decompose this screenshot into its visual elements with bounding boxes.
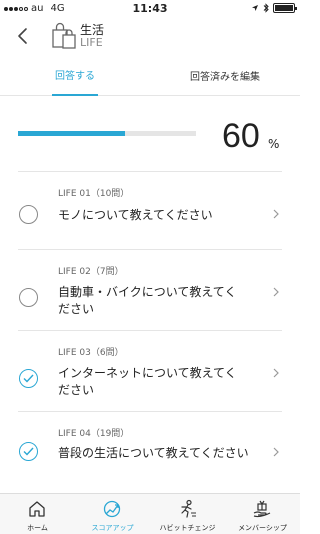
list-item-life02[interactable]: LIFE 02（7問） 自動車・バイクについて教えてください xyxy=(18,249,282,330)
item-title: 自動車・バイクについて教えてください xyxy=(58,285,237,316)
list-item-life03[interactable]: LIFE 03（6問） インターネットについて教えてください xyxy=(18,330,282,411)
item-title: モノについて教えてください xyxy=(58,208,213,222)
page-subtitle: LIFE xyxy=(80,36,103,49)
item-meta: LIFE 01（10問） xyxy=(58,189,130,199)
nav-habit-change-label: ハビットチェンジ xyxy=(159,524,216,532)
chevron-right-icon xyxy=(273,287,279,297)
item-meta: LIFE 04（19問） xyxy=(58,429,130,439)
radio-checked-icon xyxy=(19,442,38,461)
progress-bar-fill xyxy=(18,131,125,136)
nav-score-up-label: スコアアップ xyxy=(91,524,134,532)
question-list: LIFE 01（10問） モノについて教えてください LIFE 02（7問） 自… xyxy=(18,171,282,493)
radio-checked-icon xyxy=(19,369,38,388)
progress-unit: % xyxy=(268,137,280,151)
nav-habit-change[interactable]: ハビットチェンジ xyxy=(150,494,225,534)
item-title: インターネットについて教えてください xyxy=(58,366,237,397)
tab-edit-answered[interactable]: 回答済みを編集 xyxy=(185,54,265,96)
status-right xyxy=(251,3,297,13)
back-icon[interactable] xyxy=(14,26,32,46)
nav-membership[interactable]: メンバーシップ xyxy=(225,494,300,534)
item-meta: LIFE 02（7問） xyxy=(58,267,124,277)
nav-score-up[interactable]: スコアアップ xyxy=(75,494,150,534)
shopping-bags-icon xyxy=(52,22,76,49)
progress-value: 60 xyxy=(222,117,260,155)
status-bar: au 4G 11:43 xyxy=(0,0,300,18)
running-person-icon xyxy=(181,499,196,518)
progress-bar xyxy=(18,131,196,136)
item-title: 普段の生活について教えてください xyxy=(58,446,249,460)
bluetooth-icon xyxy=(263,3,269,13)
nav-membership-label: メンバーシップ xyxy=(238,524,287,532)
chevron-right-icon xyxy=(273,447,279,457)
nav-home[interactable]: ホーム xyxy=(0,494,75,534)
radio-unchecked-icon xyxy=(19,205,38,224)
radio-unchecked-icon xyxy=(19,288,38,307)
nav-home-label: ホーム xyxy=(27,524,48,532)
tab-bar: 回答する 回答済みを編集 xyxy=(0,54,300,96)
bottom-nav: ホーム スコアアップ ハビットチェンジ メンバーシップ xyxy=(0,493,300,534)
list-item-life01[interactable]: LIFE 01（10問） モノについて教えてください xyxy=(18,171,282,249)
header: 生活 LIFE xyxy=(0,18,300,54)
score-up-icon xyxy=(103,500,121,518)
item-meta: LIFE 03（6問） xyxy=(58,348,124,358)
tab-answer[interactable]: 回答する xyxy=(52,54,98,96)
chevron-right-icon xyxy=(273,368,279,378)
gift-hand-icon xyxy=(253,500,271,518)
chevron-right-icon xyxy=(273,209,279,219)
battery-icon xyxy=(273,3,297,13)
list-item-life04[interactable]: LIFE 04（19問） 普段の生活について教えてください xyxy=(18,411,282,493)
home-icon xyxy=(29,501,45,517)
location-icon xyxy=(252,5,258,11)
